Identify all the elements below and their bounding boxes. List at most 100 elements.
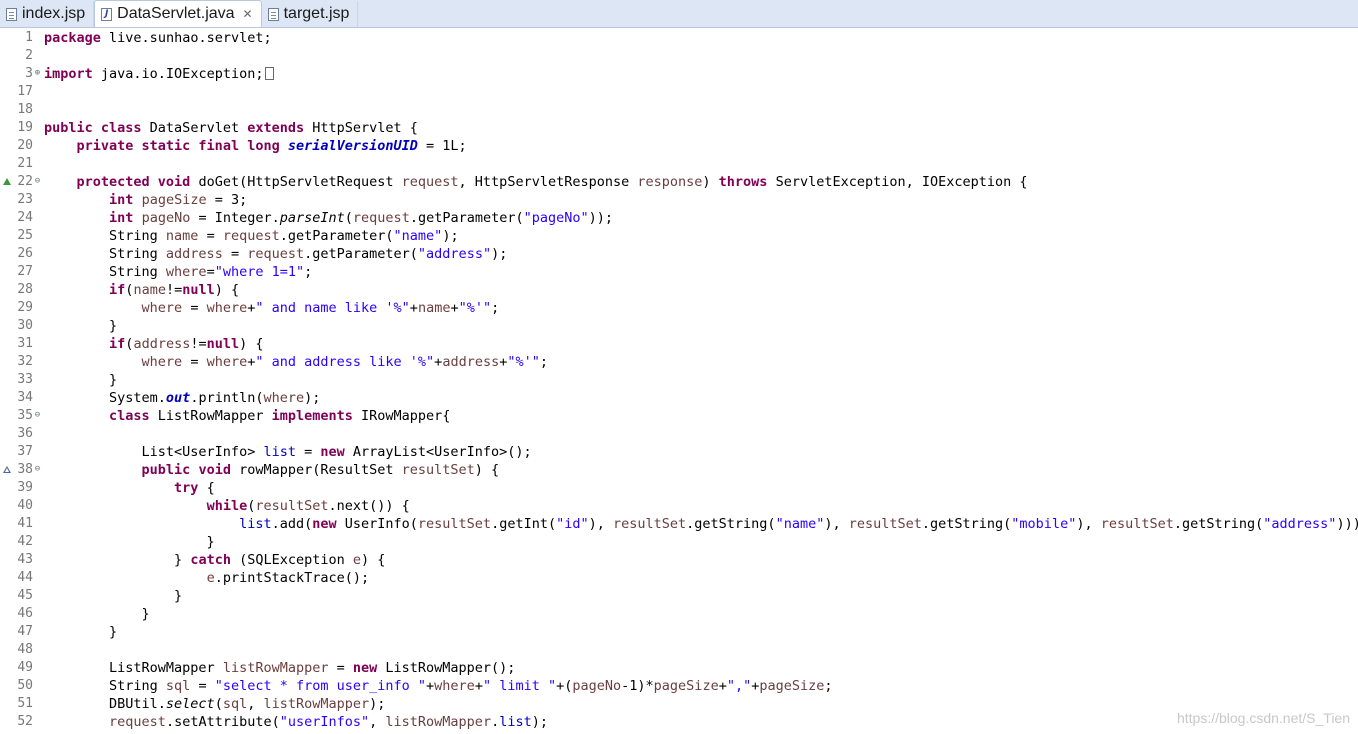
code-line[interactable]: 28 if(name!=null) { (0, 281, 1358, 299)
code-line[interactable]: 2 (0, 47, 1358, 65)
line-number: 40 (17, 498, 33, 513)
tab-dataservlet-java[interactable]: J DataServlet.java ✕ (94, 0, 262, 27)
code-line[interactable]: 45 } (0, 587, 1358, 605)
code-line[interactable]: 48 (0, 641, 1358, 659)
line-number: 27 (17, 264, 33, 279)
expand-fold-icon[interactable]: ⊕ (33, 69, 42, 78)
code-token: ); (531, 714, 548, 730)
code-text: while(resultSet.next()) { (44, 497, 410, 515)
code-line[interactable]: 34 System.out.println(where); (0, 389, 1358, 407)
code-line[interactable]: 23 int pageSize = 3; (0, 191, 1358, 209)
code-text: } (44, 605, 150, 623)
code-token: private static final long (76, 138, 280, 154)
code-line[interactable]: 42 } (0, 533, 1358, 551)
code-token: .getString( (921, 516, 1012, 532)
code-token: resultSet (848, 516, 922, 532)
code-line[interactable]: 25 String name = request.getParameter("n… (0, 227, 1358, 245)
tab-target-jsp[interactable]: target.jsp (262, 1, 359, 27)
code-token: ); (369, 696, 386, 712)
code-line[interactable]: 26 String address = request.getParameter… (0, 245, 1358, 263)
code-line[interactable]: 1 package live.sunhao.servlet; (0, 29, 1358, 47)
code-line[interactable]: 52 request.setAttribute("userInfos", lis… (0, 713, 1358, 731)
code-token: ), (588, 516, 613, 532)
code-token: ( (214, 696, 223, 712)
code-token: ), (824, 516, 849, 532)
code-line[interactable]: 3 ⊕ import java.io.IOException; (0, 65, 1358, 83)
code-token: = (182, 300, 207, 316)
code-line[interactable]: 49 ListRowMapper listRowMapper = new Lis… (0, 659, 1358, 677)
code-token: + (450, 300, 459, 316)
code-line[interactable]: 36 (0, 425, 1358, 443)
code-text: class ListRowMapper implements IRowMappe… (44, 407, 450, 425)
code-text: DBUtil.select(sql, listRowMapper); (44, 695, 385, 713)
code-line[interactable]: 37 List<UserInfo> list = new ArrayList<U… (0, 443, 1358, 461)
line-number: 31 (17, 336, 33, 351)
code-token: request (222, 228, 280, 244)
code-text: e.printStackTrace(); (44, 569, 370, 587)
line-number: 2 (25, 48, 33, 63)
code-line[interactable]: 30 } (0, 317, 1358, 335)
code-token: ; (539, 354, 549, 370)
code-line[interactable]: 24 int pageNo = Integer.parseInt(request… (0, 209, 1358, 227)
code-text: if(name!=null) { (44, 281, 239, 299)
code-line[interactable]: 22 ⊖ protected void doGet(HttpServletRequ… (0, 173, 1358, 191)
line-number: 47 (17, 624, 33, 639)
collapse-fold-icon[interactable]: ⊖ (33, 411, 42, 420)
code-line[interactable]: 31 if(address!=null) { (0, 335, 1358, 353)
code-token: "address" (417, 246, 492, 262)
code-token: import (44, 66, 93, 82)
code-line[interactable]: 44 e.printStackTrace(); (0, 569, 1358, 587)
code-line[interactable]: 20 private static final long serialVersi… (0, 137, 1358, 155)
code-line[interactable]: 19 public class DataServlet extends HttpS… (0, 119, 1358, 137)
code-line[interactable]: 38 ⊖ public void rowMapper(ResultSet resu… (0, 461, 1358, 479)
code-token: IRowMapper{ (352, 408, 451, 424)
code-line[interactable]: 41 list.add(new UserInfo(resultSet.getIn… (0, 515, 1358, 533)
code-line[interactable]: 50 String sql = "select * from user_info… (0, 677, 1358, 695)
code-line[interactable]: 39 try { (0, 479, 1358, 497)
code-token: where (165, 264, 207, 280)
code-text: ListRowMapper listRowMapper = new ListRo… (44, 659, 515, 677)
code-token: sql (222, 696, 248, 712)
code-line[interactable]: 29 where = where+" and name like '%"+nam… (0, 299, 1358, 317)
line-number: 42 (17, 534, 33, 549)
code-line[interactable]: 43 } catch (SQLException e) { (0, 551, 1358, 569)
code-token: pageSize (653, 678, 719, 694)
code-line[interactable]: 47 } (0, 623, 1358, 641)
code-line[interactable]: 21 (0, 155, 1358, 173)
code-token: String (44, 246, 166, 262)
folded-imports-box[interactable] (265, 67, 275, 80)
code-editor[interactable]: 1 package live.sunhao.servlet; 2 3 ⊕ import j… (0, 27, 1358, 734)
code-line[interactable]: 35 ⊖ class ListRowMapper implements IRowM… (0, 407, 1358, 425)
line-number: 18 (17, 102, 33, 117)
code-line[interactable]: 40 while(resultSet.next()) { (0, 497, 1358, 515)
code-token: if (109, 282, 126, 298)
code-line[interactable]: 32 where = where+" and address like '%"+… (0, 353, 1358, 371)
code-line[interactable]: 33 } (0, 371, 1358, 389)
code-text: where = where+" and name like '%"+name+"… (44, 299, 500, 317)
code-text: System.out.println(where); (44, 389, 320, 407)
code-line[interactable]: 46 } (0, 605, 1358, 623)
code-line[interactable]: 18 (0, 101, 1358, 119)
jsp-file-icon (6, 7, 17, 21)
collapse-fold-icon[interactable]: ⊖ (33, 465, 42, 474)
code-line[interactable]: 17 (0, 83, 1358, 101)
code-token: e (352, 552, 362, 568)
code-token: package (44, 30, 101, 46)
code-token: where (206, 300, 248, 316)
code-token: new (312, 516, 337, 532)
code-token: if (109, 336, 126, 352)
code-token: name (417, 300, 451, 316)
close-tab-icon[interactable]: ✕ (243, 7, 253, 21)
code-token: .next()) { (328, 498, 410, 514)
code-line[interactable]: 51 DBUtil.select(sql, listRowMapper); (0, 695, 1358, 713)
tab-index-jsp[interactable]: index.jsp (0, 1, 95, 27)
code-text: request.setAttribute("userInfos", listRo… (44, 713, 548, 731)
code-line[interactable]: 27 String where="where 1=1"; (0, 263, 1358, 281)
code-token: } (44, 624, 118, 640)
collapse-fold-icon[interactable]: ⊖ (33, 177, 42, 186)
